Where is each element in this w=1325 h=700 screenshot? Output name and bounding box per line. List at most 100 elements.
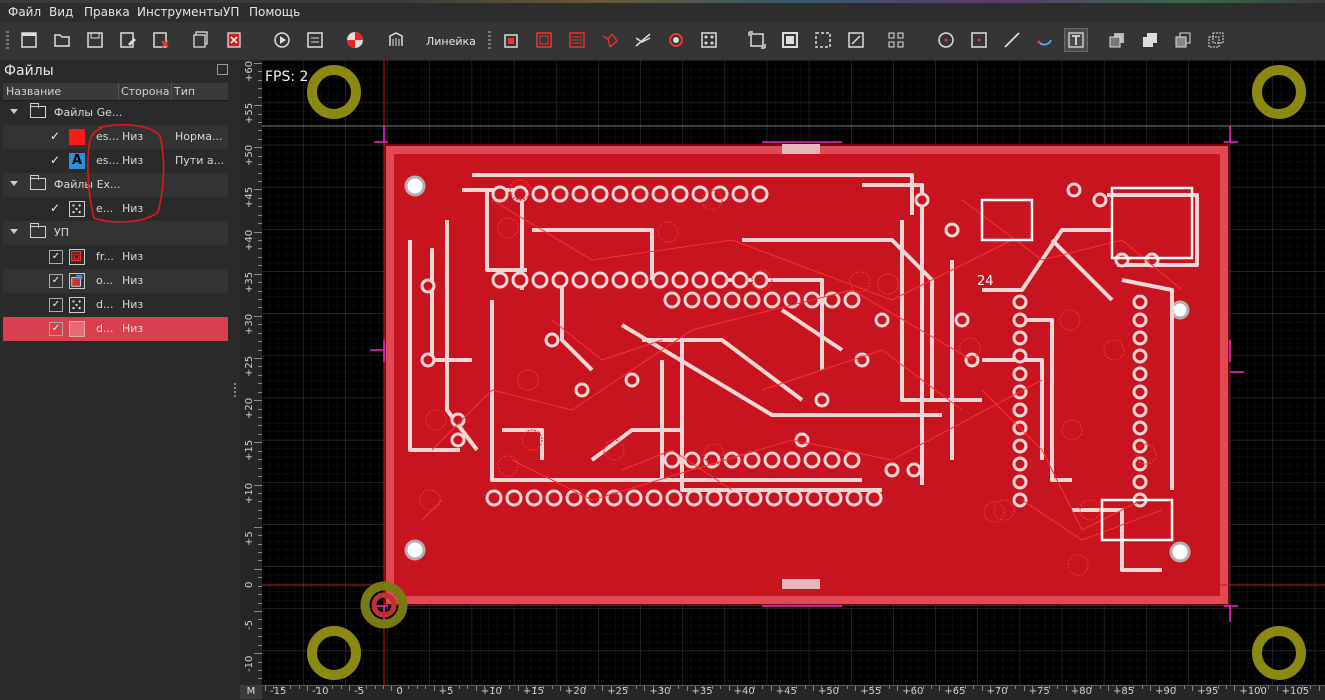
visibility-checkbox[interactable]: ✓ [49,274,63,288]
text-icon[interactable] [1064,28,1088,52]
thermal-icon[interactable] [631,28,655,52]
voronoi-icon[interactable] [598,28,622,52]
pad [645,489,663,507]
panel-splitter[interactable] [232,60,240,699]
drill-toolpath-icon [69,297,85,313]
visibility-checkbox[interactable]: ✓ [50,153,60,167]
visibility-checkbox[interactable]: ✓ [49,250,63,264]
pocket-icon[interactable] [532,28,556,52]
close-file-icon[interactable] [149,28,173,52]
circle-icon[interactable] [934,28,958,52]
fps-counter: FPS: 2 [265,69,309,85]
ruler-tool-label[interactable]: Линейка [426,35,476,48]
rectangle-icon[interactable] [967,28,991,52]
arc-icon[interactable] [1033,28,1057,52]
file-side[interactable]: Низ [122,274,143,287]
ruler-x-mark [1006,686,1008,689]
diff-icon[interactable] [1204,28,1228,52]
menu-edit[interactable]: Правка [84,5,130,19]
save-icon[interactable] [83,28,107,52]
visibility-checkbox[interactable]: ✓ [50,129,60,143]
pad [843,451,861,469]
close-all-icon[interactable] [222,28,246,52]
group-icon[interactable] [1105,28,1129,52]
chevron-down-icon[interactable] [10,181,18,186]
ruler-x-mark [880,686,882,689]
panel-float-button[interactable] [217,64,228,75]
menu-help[interactable]: Помощь [249,5,300,19]
home-icon[interactable] [778,28,802,52]
shapes-icon[interactable] [844,28,868,52]
ruler-x-mark [391,686,393,691]
ruler-x-mark [324,686,325,689]
union-icon[interactable] [1138,28,1162,52]
column-separator[interactable] [118,83,119,100]
pad [531,271,549,289]
menu-toolpath[interactable]: УП [223,5,239,19]
tree-file-row[interactable]: ✓ o... Низ [3,269,228,293]
chevron-down-icon[interactable] [10,229,18,234]
ruler-corner-button[interactable]: M [240,685,262,699]
visibility-checkbox[interactable]: ✓ [49,322,63,336]
pcb-canvas[interactable]: 24 FPS: 2 [262,60,1325,685]
column-name[interactable]: Название [6,85,61,98]
settings-icon[interactable] [303,28,327,52]
ruler-x-mark [1023,686,1025,691]
chevron-down-icon[interactable] [10,109,18,114]
tree-file-row[interactable]: ✓ d... Низ [3,293,228,317]
menu-file[interactable]: Файл [8,5,41,19]
ruler-x-mark [332,686,334,689]
zero-icon[interactable] [745,28,769,52]
save-as-icon[interactable] [116,28,140,52]
column-side[interactable]: Сторона [121,85,169,98]
file-side[interactable]: Низ [122,322,143,335]
ruler-x-mark [357,686,359,689]
file-side[interactable]: Низ [122,298,143,311]
line-icon[interactable] [1000,28,1024,52]
file-name: o... [96,274,114,287]
menu-view[interactable]: Вид [49,5,73,19]
tree-file-row[interactable]: ✓ fr... Низ [3,245,228,269]
gcode-icon[interactable] [384,28,408,52]
ruler-y-mark [254,147,262,149]
vertical-ruler: +60 +55 +50 +45 +40 +35 +30 +25 +20 +15 +10 +5 0 -5 -1… [240,60,263,685]
pad [631,271,649,289]
pocket-raster-icon[interactable] [565,28,589,52]
grid-icon[interactable] [884,28,908,52]
panel-title: Файлы [4,63,54,79]
toolbar-grip[interactable] [6,31,9,51]
ruler-x-mark [1150,686,1152,691]
pad [571,185,589,203]
ruler-x-mark [366,686,368,689]
pad [906,462,922,478]
column-type[interactable]: Тип [174,85,195,98]
visibility-checkbox[interactable]: ✓ [49,298,63,312]
column-separator[interactable] [171,83,172,100]
pad [531,185,549,203]
tree-file-row-selected[interactable]: ✓ d... Низ [3,317,228,341]
toolbar-grip[interactable] [488,31,491,51]
pad [751,185,769,203]
file-side[interactable]: Низ [122,250,143,263]
save-all-icon[interactable] [189,28,213,52]
splitter-handle[interactable] [234,383,236,397]
pad [723,451,741,469]
ruler-x-mark [711,686,713,689]
file-type[interactable]: Норма... [175,130,223,143]
new-file-icon[interactable] [17,28,41,52]
color-icon[interactable] [343,28,367,52]
ruler-x-mark [1015,686,1017,689]
hatch-icon[interactable] [697,28,721,52]
menu-tools[interactable]: Инструменты [137,5,223,19]
pad [743,451,761,469]
profile-icon[interactable] [499,28,523,52]
boundary-icon[interactable] [811,28,835,52]
pad [625,489,643,507]
run-icon[interactable] [270,28,294,52]
open-folder-icon[interactable] [50,28,74,52]
ruler-x-mark [399,686,401,689]
intersect-icon[interactable] [1171,28,1195,52]
visibility-checkbox[interactable]: ✓ [50,201,60,215]
drill-icon[interactable] [664,28,688,52]
file-type[interactable]: Пути а... [175,154,224,167]
